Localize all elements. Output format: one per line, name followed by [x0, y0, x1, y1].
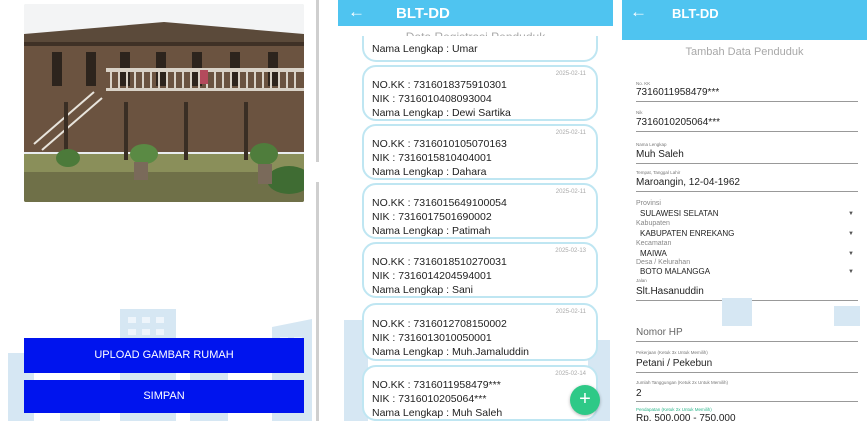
birth-place-date-field[interactable]: Maroangin, 12-04-1962 [636, 177, 740, 188]
field-underline [636, 401, 858, 402]
field-underline [636, 372, 858, 373]
full-name: Nama Lengkap : Sani [372, 284, 473, 296]
nik-number: NIK : 7316014204594001 [372, 270, 492, 282]
dependents-label: Jumlah Tanggungan (Ketuk 2x Untuk Memili… [636, 380, 728, 385]
occupation-field[interactable]: Petani / Pekebun [636, 358, 712, 369]
app-title: BLT-DD [672, 6, 719, 21]
nik-number: NIK : 7316010205064*** [372, 393, 487, 405]
add-record-button[interactable]: + [570, 385, 600, 415]
list-item[interactable]: 2025-02-14 NO.KK : 7316011958479*** NIK … [362, 365, 598, 421]
save-button[interactable]: SIMPAN [24, 380, 304, 413]
income-label: Pendapatan (Ketuk 2x Untuk Memilih) [636, 407, 712, 412]
back-arrow-icon[interactable]: ← [630, 2, 647, 22]
occupation-label: Pekerjaan (Ketuk 3x Untuk Memilih) [636, 350, 708, 355]
full-name: Nama Lengkap : Dahara [372, 166, 487, 178]
nokk-label: No. KK [636, 81, 651, 86]
district-select[interactable]: MAIWA [640, 249, 667, 258]
house-photo [24, 4, 304, 202]
record-date: 2025-02-11 [555, 309, 586, 315]
photo-upload-screen: UPLOAD GAMBAR RUMAH SIMPAN [0, 0, 320, 421]
phone-number-field[interactable]: Nomor HP [636, 327, 683, 338]
family-card-number: NO.KK : 7316018510270031 [372, 256, 507, 268]
full-name-label: Nama Lengkap [636, 142, 667, 147]
field-underline [636, 131, 858, 132]
province-select[interactable]: SULAWESI SELATAN [640, 209, 719, 218]
back-arrow-icon[interactable]: ← [348, 2, 365, 22]
chevron-down-icon[interactable]: ▼ [848, 251, 854, 257]
page-title: Tambah Data Penduduk [685, 46, 804, 58]
record-date: 2025-02-13 [555, 248, 586, 254]
record-date: 2025-02-11 [555, 130, 586, 136]
chevron-down-icon[interactable]: ▼ [848, 269, 854, 275]
district-label: Kecamatan [636, 240, 672, 247]
street-field[interactable]: Slt.Hasanuddin [636, 286, 704, 297]
record-date: 2025-02-11 [555, 189, 586, 195]
app-bar: ← BLT-DD [622, 0, 867, 40]
list-item[interactable]: Nama Lengkap : Umar [362, 36, 598, 62]
full-name: Nama Lengkap : Dewi Sartika [372, 107, 511, 119]
field-underline [636, 191, 858, 192]
list-item[interactable]: 2025-02-11 NO.KK : 7316015649100054 NIK … [362, 183, 598, 239]
nokk-field[interactable]: 7316011958479*** [636, 87, 719, 98]
upload-house-photo-button[interactable]: UPLOAD GAMBAR RUMAH [24, 338, 304, 373]
record-date: 2025-02-11 [555, 71, 586, 77]
full-name: Nama Lengkap : Umar [372, 43, 478, 55]
full-name: Nama Lengkap : Muh.Jamaluddin [372, 346, 530, 358]
registration-list-screen: ← BLT-DD Data Registrasi Penduduk Nama L… [338, 0, 613, 421]
regency-label: Kabupaten [636, 220, 670, 227]
list-item[interactable]: 2025-02-11 NO.KK : 7316010105070163 NIK … [362, 124, 598, 180]
village-select[interactable]: BOTO MALANGGA [640, 267, 710, 276]
full-name: Nama Lengkap : Muh Saleh [372, 407, 503, 419]
nik-number: NIK : 7316013010050001 [372, 332, 492, 344]
family-card-number: NO.KK : 7316011958479*** [372, 379, 501, 391]
chevron-down-icon[interactable]: ▼ [848, 211, 854, 217]
city-skyline-background [722, 298, 860, 326]
chevron-down-icon[interactable]: ▼ [848, 231, 854, 237]
app-bar: ← BLT-DD [338, 0, 613, 26]
family-card-number: NO.KK : 7316010105070163 [372, 138, 507, 150]
income-field[interactable]: Rp. 500.000 - 750.000 [636, 413, 736, 421]
full-name-field[interactable]: Muh Saleh [636, 149, 684, 160]
birth-place-date-label: Tempat, Tanggal Lahir [636, 170, 681, 175]
full-name: Nama Lengkap : Patimah [372, 225, 491, 237]
village-label: Desa / Kelurahan [636, 259, 691, 266]
add-resident-form-screen: ← BLT-DD Tambah Data Penduduk No. KK 731… [622, 0, 867, 421]
family-card-number: NO.KK : 7316018375910301 [372, 79, 507, 91]
street-label: Jalan [636, 278, 647, 283]
field-underline [636, 341, 858, 342]
app-title: BLT-DD [396, 5, 450, 22]
regency-select[interactable]: KABUPATEN ENREKANG [640, 229, 734, 238]
family-card-number: NO.KK : 7316012708150002 [372, 318, 507, 330]
province-label: Provinsi [636, 200, 661, 207]
field-underline [636, 101, 858, 102]
dependents-field[interactable]: 2 [636, 388, 642, 399]
list-item[interactable]: 2025-02-11 NO.KK : 7316012708150002 NIK … [362, 303, 598, 361]
nik-number: NIK : 7316010408093004 [372, 93, 492, 105]
list-item[interactable]: 2025-02-11 NO.KK : 7316018375910301 NIK … [362, 65, 598, 121]
nik-field[interactable]: 7316010205064*** [636, 117, 720, 128]
field-underline [636, 163, 858, 164]
family-card-number: NO.KK : 7316015649100054 [372, 197, 507, 209]
nik-number: NIK : 7316015810404001 [372, 152, 492, 164]
list-item[interactable]: 2025-02-13 NO.KK : 7316018510270031 NIK … [362, 242, 598, 298]
nik-label: Nik [636, 110, 643, 115]
scrollbar[interactable] [316, 0, 319, 162]
nik-number: NIK : 7316017501690002 [372, 211, 492, 223]
record-date: 2025-02-14 [555, 371, 586, 377]
